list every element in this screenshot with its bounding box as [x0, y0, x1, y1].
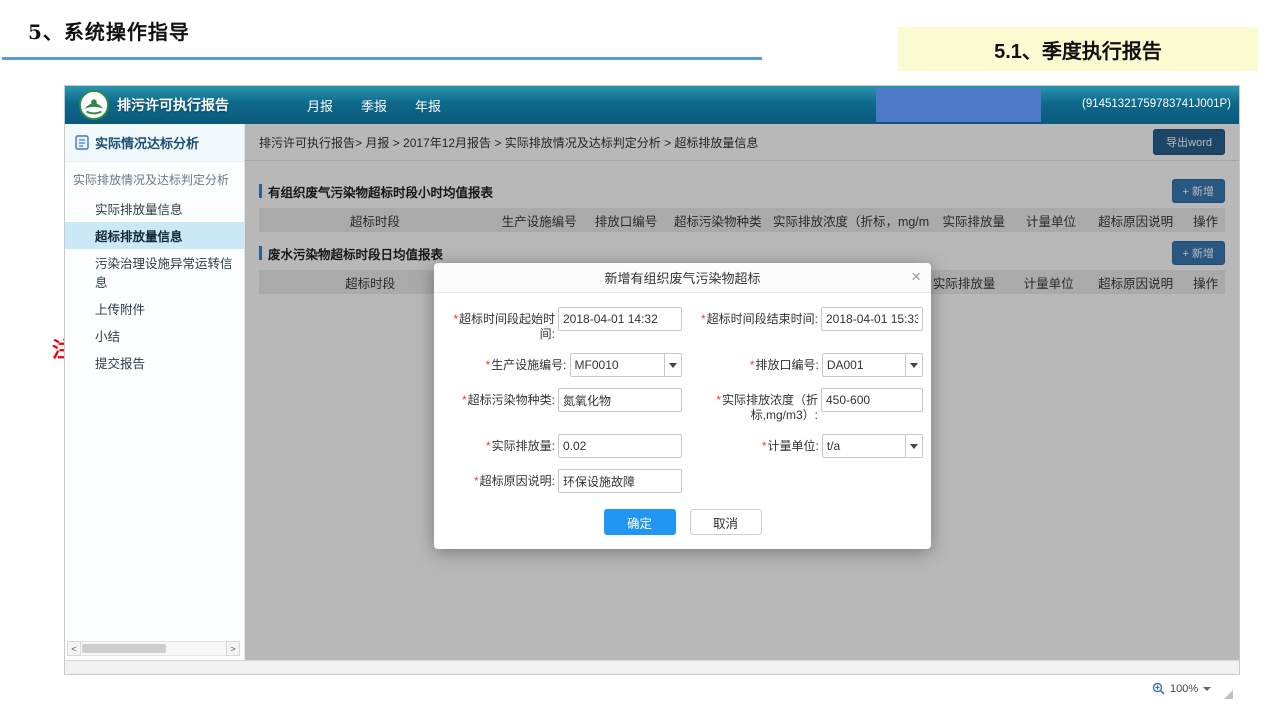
nav-quarterly-report[interactable]: 季报	[361, 96, 387, 115]
sidebar-item-submit-report[interactable]: 提交报告	[65, 349, 244, 376]
section-badge: 5.1、季度执行报告	[898, 27, 1258, 71]
sidebar-horizontal-scrollbar[interactable]: < >	[67, 641, 240, 656]
page: 5、系统操作指导 5.1、季度执行报告 注 排污许可执行报告 月报 季报 年报 …	[0, 0, 1280, 720]
nav-monthly-report[interactable]: 月报	[307, 96, 333, 115]
caret-down-icon[interactable]	[1203, 687, 1211, 691]
unit-select[interactable]: t/a	[822, 434, 923, 458]
field-label: *实际排放浓度（折标,mg/m3）:	[682, 388, 818, 423]
document-section-title: 5、系统操作指导	[28, 16, 190, 45]
emission-amount-input[interactable]	[558, 434, 682, 458]
end-time-input[interactable]	[821, 307, 923, 331]
sidebar-item-actual-emission[interactable]: 实际排放量信息	[65, 195, 244, 222]
sidebar-root-label: 实际情况达标分析	[95, 133, 199, 152]
field-label: *超标时间段起始时间:	[442, 307, 555, 342]
chevron-down-icon[interactable]	[664, 354, 681, 376]
pollutant-type-input[interactable]	[558, 388, 682, 412]
facility-code-select[interactable]: MF0010	[570, 353, 682, 377]
confirm-button[interactable]: 确定	[604, 509, 676, 535]
sidebar-root-item[interactable]: 实际情况达标分析	[65, 124, 244, 162]
reason-input[interactable]	[558, 469, 682, 493]
field-label: *排放口编号:	[682, 353, 819, 373]
field-label: *超标时间段结束时间:	[682, 307, 818, 327]
concentration-input[interactable]	[821, 388, 923, 412]
content-area: 排污许可执行报告> 月报 > 2017年12月报告 > 实际排放情况及达标判定分…	[245, 124, 1239, 660]
scrollbar-thumb[interactable]	[82, 644, 166, 653]
nav-annual-report[interactable]: 年报	[415, 96, 441, 115]
cancel-button[interactable]: 取消	[690, 509, 762, 535]
mee-logo-icon	[79, 90, 109, 120]
chevron-down-icon[interactable]	[905, 354, 922, 376]
main-nav: 月报 季报 年报	[307, 96, 441, 115]
zoom-level: 100%	[1170, 683, 1198, 695]
magnifier-plus-icon	[1152, 682, 1165, 695]
redaction-box	[876, 88, 1041, 122]
start-time-input[interactable]	[558, 307, 682, 331]
app-window: 排污许可执行报告 月报 季报 年报 (91451321759783741J001…	[64, 85, 1240, 675]
modal-buttons: 确定 取消	[442, 509, 923, 535]
browser-zoom-control[interactable]: 100%	[1152, 682, 1211, 695]
sidebar-section-label: 实际排放情况及达标判定分析	[65, 162, 244, 195]
add-exceedance-modal: 新增有组织废气污染物超标 × *超标时间段起始时间: *超标时间段结束时间:	[434, 263, 931, 549]
sidebar-item-upload-attachment[interactable]: 上传附件	[65, 295, 244, 322]
sidebar-item-summary[interactable]: 小结	[65, 322, 244, 349]
field-label: *超标污染物种类:	[442, 388, 555, 408]
field-label: *计量单位:	[682, 434, 819, 454]
app-status-bar	[65, 660, 1239, 674]
app-title: 排污许可执行报告	[117, 95, 229, 115]
outlet-code-select[interactable]: DA001	[822, 353, 923, 377]
scrollbar-track[interactable]	[81, 641, 226, 656]
field-label: *生产设施编号:	[442, 353, 567, 373]
scroll-right-icon[interactable]: >	[226, 641, 240, 656]
title-underline	[2, 57, 762, 60]
modal-title-bar: 新增有组织废气污染物超标 ×	[434, 263, 931, 293]
org-credit-code: (91451321759783741J001P)	[1082, 98, 1231, 110]
sidebar-item-exceedance[interactable]: 超标排放量信息	[65, 222, 244, 249]
modal-title: 新增有组织废气污染物超标	[604, 268, 760, 287]
chevron-down-icon[interactable]	[905, 435, 922, 457]
modal-form: *超标时间段起始时间: *超标时间段结束时间: *生产设施编号:	[434, 293, 931, 535]
field-label: *实际排放量:	[442, 434, 555, 454]
close-icon[interactable]: ×	[911, 266, 921, 288]
resize-grip-icon	[1224, 690, 1233, 699]
field-label: *超标原因说明:	[442, 469, 555, 489]
sidebar-item-abnormal-operation[interactable]: 污染治理设施异常运转信息	[65, 249, 244, 295]
document-icon	[75, 135, 89, 150]
scroll-left-icon[interactable]: <	[67, 641, 81, 656]
sidebar: 实际情况达标分析 实际排放情况及达标判定分析 实际排放量信息 超标排放量信息 污…	[65, 124, 245, 660]
app-body: 实际情况达标分析 实际排放情况及达标判定分析 实际排放量信息 超标排放量信息 污…	[65, 124, 1239, 660]
app-header: 排污许可执行报告 月报 季报 年报 (91451321759783741J001…	[65, 86, 1239, 124]
